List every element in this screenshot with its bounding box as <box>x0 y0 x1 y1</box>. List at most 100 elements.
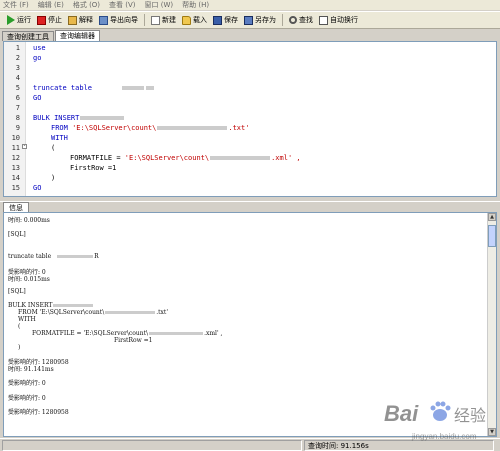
code-text: FirstRow =1 <box>70 164 117 172</box>
code-keyword: truncate table <box>33 84 93 92</box>
line-number: 1 <box>15 44 20 52</box>
line-number: 15 <box>11 184 20 192</box>
save-label: 保存 <box>224 16 238 24</box>
fold-toggle-icon[interactable]: - <box>22 144 27 149</box>
explain-button[interactable]: 解释 <box>65 14 96 26</box>
code-keyword: FROM <box>51 124 73 132</box>
line-number: 9 <box>15 124 20 132</box>
redacted-text <box>210 156 271 160</box>
code-text: FROM 'E:\SQLServer\count\ .txt' <box>51 124 249 132</box>
line-number: 8 <box>15 114 20 122</box>
menu-bar: 文件 (F) 编辑 (E) 格式 (O) 查看 (V) 窗口 (W) 帮助 (H… <box>0 0 500 10</box>
message-line: 时间: 0.015ms <box>8 276 50 283</box>
line-number: 13 <box>11 164 20 172</box>
editor-tabs: 查询创建工具 查询编辑器 <box>0 30 500 41</box>
code-text: GO <box>33 184 42 192</box>
search-icon <box>289 16 297 24</box>
message-line: [SQL] <box>8 288 26 295</box>
redacted-text <box>80 116 125 120</box>
query-editor[interactable]: 1 use 2 go 3 4 5 truncate table 6 GO 7 8 BULK… <box>3 41 497 197</box>
toolbar-separator <box>282 14 283 26</box>
message-line: 时间: 0.000ms <box>8 217 50 224</box>
code-text: ( <box>51 144 56 152</box>
save-button[interactable]: 保存 <box>210 14 241 26</box>
new-button[interactable]: 新建 <box>148 14 179 26</box>
tab-query-builder[interactable]: 查询创建工具 <box>2 31 54 41</box>
load-button[interactable]: 载入 <box>179 14 210 26</box>
code-string: 'E:\SQLServer\count\ <box>72 124 157 132</box>
toolbar: 运行 停止 解释 导出向导 新建 载入 保存 另存为 查找 自动换行 <box>0 11 500 29</box>
message-text: truncate table <box>8 253 52 260</box>
menu-edit[interactable]: 编辑 (E) <box>38 0 64 10</box>
redacted-text <box>146 86 155 90</box>
message-line: 受影响的行: 0 <box>8 395 46 402</box>
explain-label: 解释 <box>79 16 93 24</box>
line-number: 7 <box>15 104 20 112</box>
menu-file[interactable]: 文件 (F) <box>3 0 29 10</box>
status-cell <box>2 440 302 451</box>
message-line: BULK INSERT <box>8 302 94 309</box>
code-text: use <box>33 44 46 52</box>
message-line: 受影响的行: 0 <box>8 380 46 387</box>
watermark-brand-suffix: 经验 <box>454 406 486 425</box>
line-number: 5 <box>15 84 20 92</box>
watermark-brand: Bai <box>384 401 419 426</box>
run-button[interactable]: 运行 <box>4 14 34 26</box>
code-keyword: BULK INSERT <box>33 114 80 122</box>
redacted-text <box>122 86 145 90</box>
word-wrap-button[interactable]: 自动换行 <box>316 14 361 26</box>
output-tabs: 信息 <box>0 201 500 212</box>
watermark-url: jingyan.baidu.com <box>411 432 477 441</box>
code-text: ) <box>51 174 56 182</box>
tab-query-editor[interactable]: 查询编辑器 <box>55 30 100 41</box>
baidu-watermark: Bai 经验 jingyan.baidu.com <box>384 401 486 441</box>
code-text: WITH <box>51 134 68 142</box>
line-number: 10 <box>11 134 20 142</box>
paw-icon <box>430 401 451 421</box>
line-number: 11 <box>11 144 20 152</box>
line-number: 6 <box>15 94 20 102</box>
message-text: R <box>94 253 99 260</box>
tab-info[interactable]: 信息 <box>3 202 29 212</box>
message-text: BULK INSERT <box>8 302 53 309</box>
saveas-label: 另存为 <box>255 16 276 24</box>
message-line: truncate table R <box>8 253 99 260</box>
find-button[interactable]: 查找 <box>286 14 316 26</box>
load-label: 载入 <box>193 16 207 24</box>
line-number: 2 <box>15 54 20 62</box>
export-icon <box>99 15 108 25</box>
menu-format[interactable]: 格式 (O) <box>73 0 100 10</box>
code-text: go <box>33 54 42 62</box>
message-line: 时间: 91.141ms <box>8 366 54 373</box>
code-keyword: FORMATFILE = <box>70 154 125 162</box>
scroll-up-icon[interactable]: ▲ <box>488 213 496 221</box>
save-as-icon <box>244 15 253 25</box>
redacted-text <box>157 126 228 130</box>
message-text: FORMATFILE = 'E:\SQLServer\count\ <box>32 330 149 337</box>
message-line: ) <box>18 344 21 351</box>
export-wizard-button[interactable]: 导出向导 <box>96 14 141 26</box>
run-label: 运行 <box>17 16 31 24</box>
message-line: FirstRow =1 <box>114 337 153 344</box>
code-text: BULK INSERT <box>33 114 125 122</box>
menu-view[interactable]: 查看 (V) <box>109 0 135 10</box>
save-as-button[interactable]: 另存为 <box>241 14 279 26</box>
menu-help[interactable]: 帮助 (H) <box>182 0 209 10</box>
line-number: 12 <box>11 154 20 162</box>
auto-label: 自动换行 <box>330 16 358 24</box>
new-file-icon <box>151 15 160 25</box>
message-line: 受影响的行: 1280958 <box>8 409 69 416</box>
save-icon <box>213 15 222 25</box>
code-text: FORMATFILE = 'E:\SQLServer\count\ .xml' , <box>70 154 301 162</box>
stop-button[interactable]: 停止 <box>34 14 65 26</box>
message-text: FROM 'E:\SQLServer\count\ <box>18 309 105 316</box>
menu-window[interactable]: 窗口 (W) <box>145 0 174 10</box>
scrollbar-thumb[interactable] <box>488 225 496 247</box>
line-number: 14 <box>11 174 20 182</box>
toolbar-separator <box>144 14 145 26</box>
new-label: 新建 <box>162 16 176 24</box>
line-number: 3 <box>15 64 20 72</box>
line-number: 4 <box>15 74 20 82</box>
code-text: GO <box>33 94 42 102</box>
redacted-text <box>53 304 94 307</box>
